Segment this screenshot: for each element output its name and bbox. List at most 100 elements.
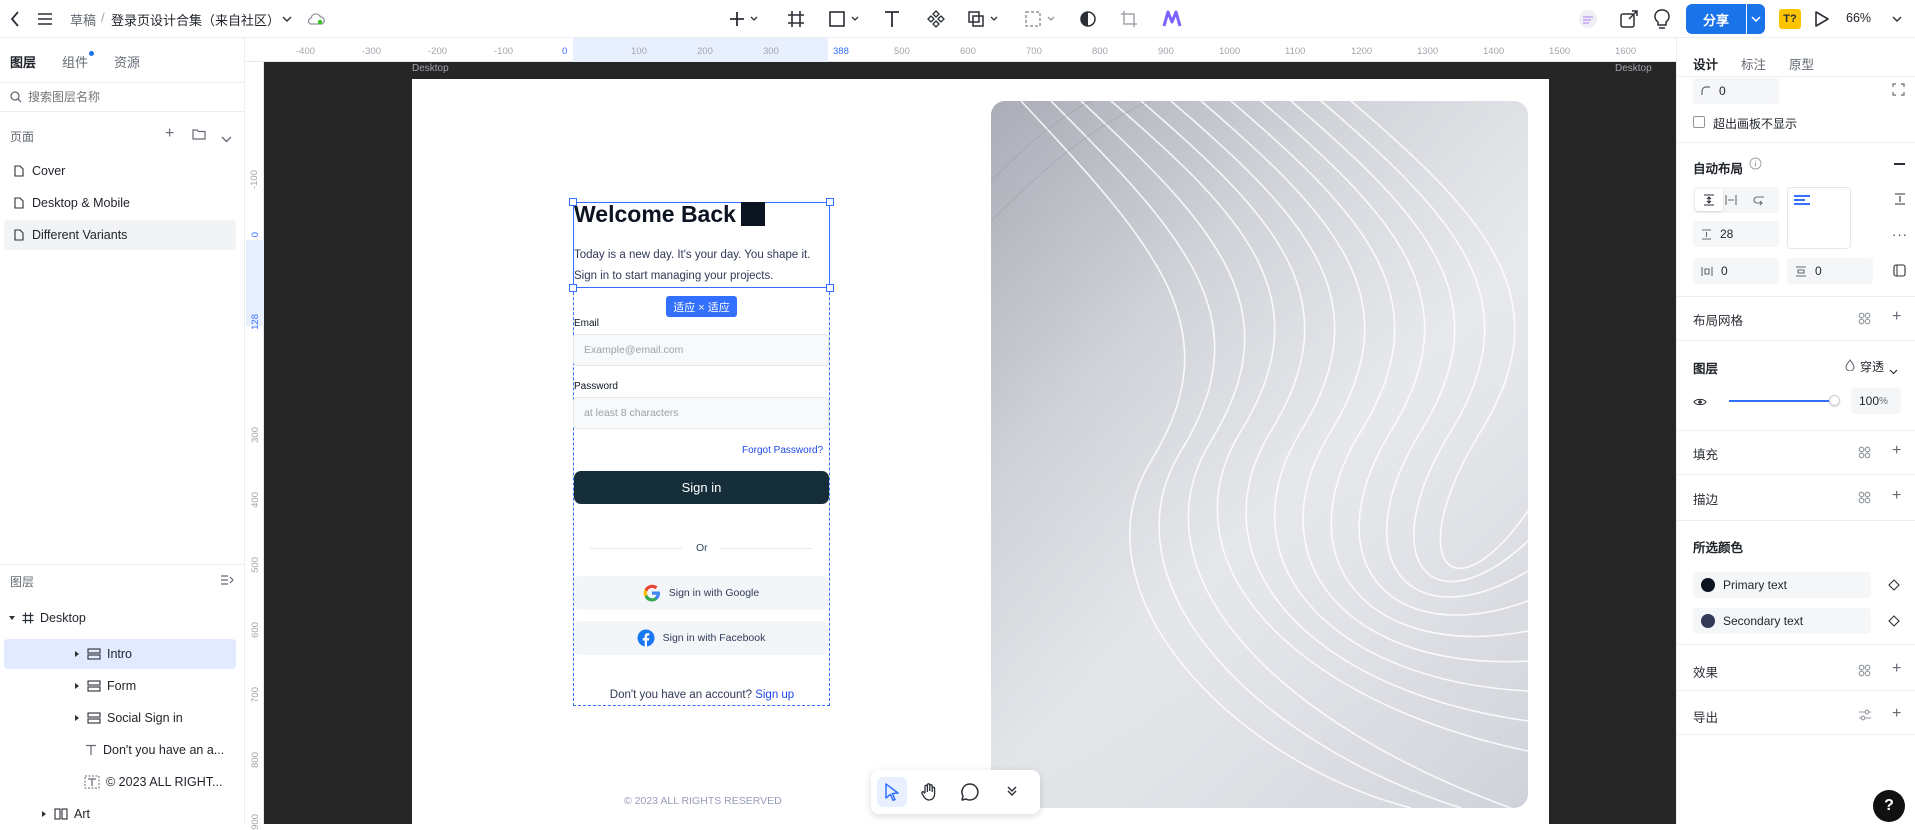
lightbulb-icon[interactable] [1651, 8, 1673, 30]
opacity-slider-thumb[interactable] [1829, 395, 1840, 406]
vertical-padding-field[interactable]: 0 [1787, 258, 1873, 284]
add-stroke-icon[interactable]: + [1892, 488, 1901, 504]
boolean-tool-icon[interactable] [966, 9, 1002, 29]
collapse-all-icon[interactable] [220, 574, 234, 589]
avatar[interactable] [1578, 9, 1598, 29]
tab-components[interactable]: 组件 [62, 51, 95, 71]
style-library-icon[interactable] [1858, 491, 1871, 507]
share-button[interactable]: 分享 [1686, 4, 1746, 34]
page-item-different-variants[interactable]: Different Variants [4, 220, 236, 250]
share-out-icon[interactable] [1618, 8, 1640, 30]
font-missing-icon[interactable]: T? [1779, 9, 1801, 29]
padding-detail-icon[interactable] [1893, 264, 1906, 280]
tab-prototype[interactable]: 原型 [1789, 54, 1814, 73]
frame-label-right[interactable]: Desktop [1615, 63, 1652, 74]
page-item-desktop-mobile[interactable]: Desktop & Mobile [4, 188, 236, 218]
shape-tool-icon[interactable] [827, 9, 863, 29]
mask-tool-icon[interactable] [1023, 9, 1059, 29]
layer-form[interactable]: Form [4, 671, 236, 701]
frame-label[interactable]: Desktop [412, 63, 449, 74]
add-page-icon[interactable]: + [165, 126, 174, 142]
tab-design[interactable]: 设计 [1693, 54, 1718, 73]
pointer-tool[interactable] [877, 777, 907, 807]
file-name[interactable]: 登录页设计合集（来自社区） [111, 10, 280, 29]
menu-icon[interactable] [36, 10, 54, 28]
add-export-icon[interactable]: + [1892, 706, 1901, 722]
resize-handle-tr[interactable] [826, 198, 834, 206]
password-input[interactable]: at least 8 characters [573, 397, 829, 429]
corner-radius-field[interactable]: 0 [1693, 78, 1779, 104]
alignment-grid[interactable] [1787, 187, 1851, 249]
vertical-direction-icon[interactable] [1695, 189, 1723, 211]
add-fill-icon[interactable]: + [1892, 443, 1901, 459]
color-secondary-text[interactable]: Secondary text [1693, 608, 1871, 634]
style-library-icon[interactable] [1858, 446, 1871, 462]
contrast-icon[interactable] [1078, 9, 1098, 29]
detach-style-icon[interactable] [1888, 615, 1900, 630]
email-input[interactable]: Example@email.com [573, 334, 829, 366]
search-input[interactable] [28, 90, 228, 104]
folder-icon[interactable] [192, 128, 206, 143]
sign-in-button[interactable]: Sign in [574, 471, 829, 504]
crop-icon[interactable] [1119, 9, 1139, 29]
add-effect-icon[interactable]: + [1892, 661, 1901, 677]
tab-assets[interactable]: 资源 [114, 52, 140, 71]
chevron-down-icon[interactable] [1891, 14, 1903, 24]
chevron-down-icon[interactable] [221, 131, 232, 146]
clip-content-checkbox[interactable] [1693, 116, 1705, 128]
hand-icon[interactable] [919, 782, 939, 805]
info-icon[interactable] [1749, 157, 1762, 173]
layer-search[interactable] [0, 82, 245, 112]
detach-style-icon[interactable] [1888, 579, 1900, 594]
no-account-text[interactable]: Don't you have an account? Sign up [574, 689, 830, 701]
style-library-icon[interactable] [1858, 312, 1871, 328]
ai-plugin-icon[interactable] [1161, 8, 1183, 30]
spacing-mode-icon[interactable] [1894, 193, 1906, 208]
google-sign-in-button[interactable]: Sign in with Google [574, 576, 828, 610]
eye-icon[interactable] [1693, 395, 1707, 410]
layer-intro[interactable]: Intro [4, 639, 236, 669]
forgot-password-link[interactable]: Forgot Password? [742, 445, 823, 456]
layer-no-account-text[interactable]: Don't you have an a... [4, 735, 236, 765]
opacity-slider-track[interactable] [1729, 400, 1835, 402]
breadcrumb-parent[interactable]: 草稿 [70, 10, 96, 29]
more-icon[interactable]: ··· [1892, 227, 1908, 242]
layer-art[interactable]: Art [4, 799, 236, 829]
copyright-text[interactable]: © 2023 ALL RIGHTS RESERVED [624, 795, 782, 807]
sign-up-link[interactable]: Sign up [755, 689, 794, 701]
share-dropdown-button[interactable] [1747, 4, 1765, 34]
style-library-icon[interactable] [1858, 664, 1871, 680]
frame-tool-icon[interactable] [786, 9, 806, 29]
layer-copyright-text[interactable]: © 2023 ALL RIGHT... [4, 767, 236, 797]
comment-icon[interactable] [960, 782, 980, 805]
tab-layers[interactable]: 图层 [10, 52, 36, 71]
page-item-cover[interactable]: Cover [4, 156, 236, 186]
color-primary-text[interactable]: Primary text [1693, 572, 1871, 598]
size-badge[interactable]: 适应 × 适应 [666, 296, 737, 317]
remove-auto-layout-icon[interactable] [1894, 163, 1905, 165]
layer-social-sign-in[interactable]: Social Sign in [4, 703, 236, 733]
welcome-heading[interactable]: Welcome Back [574, 201, 736, 228]
add-tool[interactable] [726, 9, 762, 29]
layer-desktop[interactable]: Desktop [4, 603, 236, 633]
chevrons-down-icon[interactable] [1006, 785, 1018, 800]
facebook-sign-in-button[interactable]: Sign in with Facebook [574, 621, 828, 655]
chevron-down-icon[interactable] [1889, 363, 1898, 378]
opacity-field[interactable]: 100% [1851, 388, 1901, 414]
tab-annotate[interactable]: 标注 [1741, 54, 1766, 73]
independent-corners-icon[interactable] [1892, 83, 1905, 99]
horizontal-padding-field[interactable]: 0 [1693, 258, 1779, 284]
art-image[interactable] [991, 101, 1528, 808]
text-tool-icon[interactable] [882, 9, 902, 29]
wrap-direction-icon[interactable] [1753, 194, 1765, 209]
blend-mode-select[interactable]: 穿透 [1860, 358, 1884, 375]
resize-handle-bl[interactable] [569, 284, 577, 292]
add-layout-grid-icon[interactable]: + [1892, 309, 1901, 325]
export-settings-icon[interactable] [1858, 709, 1872, 724]
chevron-down-icon[interactable] [281, 13, 293, 25]
zoom-level[interactable]: 66% [1846, 11, 1871, 25]
gap-field[interactable]: 28 [1693, 221, 1779, 247]
play-icon[interactable] [1812, 9, 1832, 29]
help-icon[interactable]: ? [1873, 790, 1905, 822]
resize-handle-br[interactable] [826, 284, 834, 292]
